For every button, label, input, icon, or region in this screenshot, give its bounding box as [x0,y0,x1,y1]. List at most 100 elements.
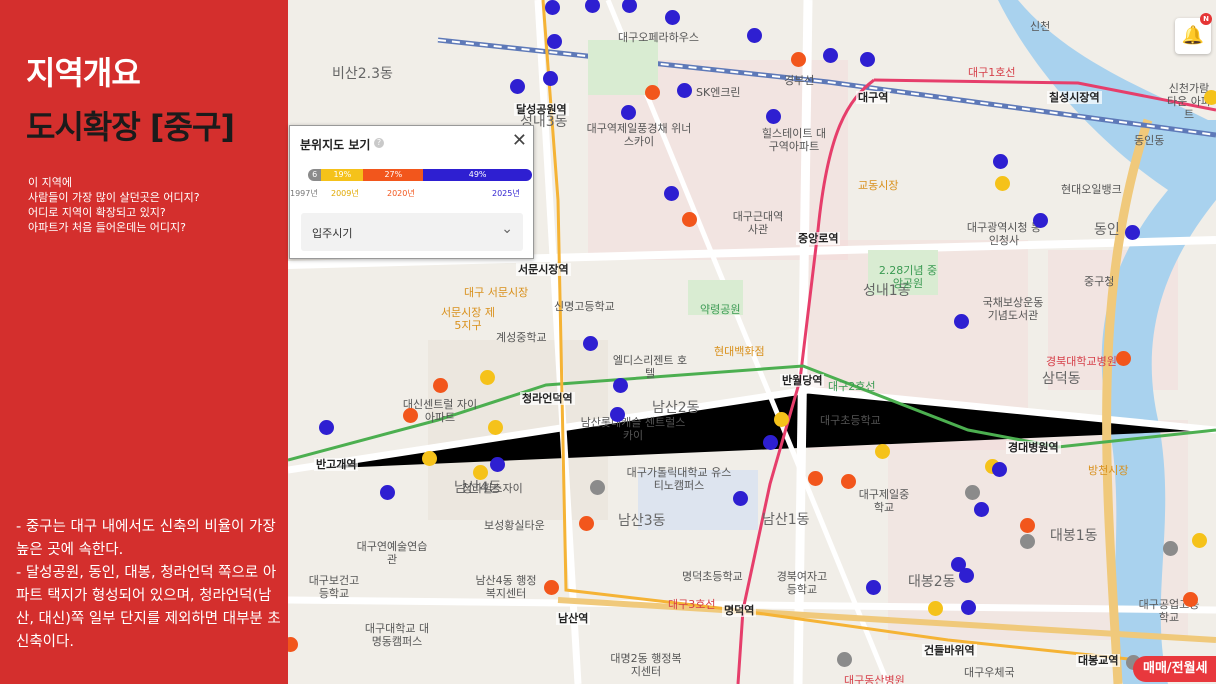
apartment-marker[interactable] [1163,541,1178,556]
apartment-marker[interactable] [545,0,560,15]
apartment-marker[interactable] [733,491,748,506]
map-label: 동인 [1094,222,1120,238]
apartment-marker[interactable] [875,444,890,459]
apartment-marker[interactable] [774,412,789,427]
station-label[interactable]: 칠성시장역 [1047,91,1102,104]
station-label[interactable]: 청라언덕역 [520,392,575,405]
question-list: 이 지역에 사람들이 가장 많이 살던곳은 어디지? 어디로 지역이 확장되고 … [28,175,200,235]
apartment-marker[interactable] [480,370,495,385]
apartment-marker[interactable] [747,28,762,43]
apartment-marker[interactable] [1204,90,1216,105]
station-label[interactable]: 서문시장역 [516,263,571,276]
apartment-marker[interactable] [1020,534,1035,549]
station-label[interactable]: 경대병원역 [1006,441,1061,454]
apartment-marker[interactable] [1192,533,1207,548]
map-label: 대구우체국 [964,666,1015,679]
year-label: 1997년 [290,189,318,198]
summary-line: - 달성공원, 동인, 대봉, 청라언덕 쪽으로 아파트 택지가 형성되어 있으… [16,565,281,650]
question-circle-icon[interactable]: ? [374,138,384,148]
chevron-down-icon: ⌄ [501,221,513,237]
apartment-marker[interactable] [1183,592,1198,607]
apartment-marker[interactable] [1116,351,1131,366]
map-label: 보성황실타운 [484,519,545,532]
apartment-marker[interactable] [866,580,881,595]
apartment-marker[interactable] [490,457,505,472]
panel-title: 지역개요 [26,54,141,92]
summary-text: - 중구는 대구 내에서도 신축의 비율이 가장 높은 곳에 속한다. - 달성… [16,516,281,654]
apartment-marker[interactable] [954,314,969,329]
apartment-marker[interactable] [380,485,395,500]
map-label: 대구근대역사관 [732,210,784,236]
map-label: 대구2호선 [828,380,876,393]
station-label[interactable]: 반고개역 [314,458,359,471]
map-label: 대구동산병원 [844,674,905,684]
apartment-marker[interactable] [543,71,558,86]
apartment-marker[interactable] [544,580,559,595]
apartment-marker[interactable] [763,435,778,450]
apartment-marker[interactable] [766,109,781,124]
station-label[interactable]: 반월당역 [780,374,825,387]
apartment-marker[interactable] [995,176,1010,191]
apartment-marker[interactable] [613,378,628,393]
apartment-marker[interactable] [433,378,448,393]
apartment-marker[interactable] [677,83,692,98]
station-label[interactable]: 남산역 [556,612,591,625]
apartment-marker[interactable] [610,407,625,422]
apartment-marker[interactable] [1020,518,1035,533]
map-label: 대봉1동 [1050,528,1098,544]
map-label: 대구가톨릭대학교 유스티노캠퍼스 [626,466,732,492]
station-label[interactable]: 대봉교역 [1076,654,1121,667]
apartment-marker[interactable] [961,600,976,615]
apartment-marker[interactable] [823,48,838,63]
station-label[interactable]: 명덕역 [722,604,757,617]
apartment-marker[interactable] [791,52,806,67]
apartment-marker[interactable] [510,79,525,94]
apartment-marker[interactable] [682,212,697,227]
question-line: 이 지역에 [28,176,72,189]
station-label[interactable]: 건들바위역 [922,644,977,657]
apartment-marker[interactable] [664,186,679,201]
apartment-marker[interactable] [488,420,503,435]
station-label[interactable]: 대구역 [856,91,891,104]
bar-segment: 19% [321,169,364,181]
map-label: 대구초등학교 [820,414,881,427]
year-axis: 1997년 2009년 2020년 2025년 [290,188,533,200]
apartment-marker[interactable] [621,105,636,120]
map-label: 서문시장 제5지구 [440,306,496,332]
apartment-marker[interactable] [841,474,856,489]
apartment-marker[interactable] [579,516,594,531]
apartment-marker[interactable] [860,52,875,67]
apartment-marker[interactable] [547,34,562,49]
apartment-marker[interactable] [928,601,943,616]
sale-rent-button[interactable]: 매매/전월세 [1133,656,1216,682]
question-line: 사람들이 가장 많이 살던곳은 어디지? [28,191,200,204]
apartment-marker[interactable] [403,408,418,423]
apartment-marker[interactable] [319,420,334,435]
map-label: 대구대학교 대명동캠퍼스 [364,622,430,648]
apartment-marker[interactable] [645,85,660,100]
apartment-marker[interactable] [993,154,1008,169]
apartment-marker[interactable] [665,10,680,25]
summary-line: - 중구는 대구 내에서도 신축의 비율이 가장 높은 곳에 속한다. [16,519,276,558]
apartment-marker[interactable] [808,471,823,486]
close-icon[interactable]: ✕ [512,130,527,151]
map-label: 대구오페라하우스 [618,31,699,44]
apartment-marker[interactable] [422,451,437,466]
apartment-marker[interactable] [1125,225,1140,240]
bar-segment: 6 [308,169,322,181]
station-label[interactable]: 중앙로역 [796,232,841,245]
apartment-marker[interactable] [1033,213,1048,228]
apartment-marker[interactable] [992,462,1007,477]
move-in-period-select[interactable]: 입주시기 ⌄ [301,213,523,251]
map-label: 신천 [1030,20,1051,33]
map-label: 남산4동 행정복지센터 [475,574,537,600]
apartment-marker[interactable] [583,336,598,351]
apartment-marker[interactable] [590,480,605,495]
apartment-marker[interactable] [965,485,980,500]
apartment-marker[interactable] [974,502,989,517]
apartment-marker[interactable] [959,568,974,583]
map-label: 국채보상운동 기념도서관 [982,296,1044,322]
apartment-marker[interactable] [837,652,852,667]
map-view[interactable]: 비산2.3동 달성공원역 성내3동 대구역 칠성시장역 대구오페라하우스 SK엔… [288,0,1216,684]
apartment-marker[interactable] [473,465,488,480]
